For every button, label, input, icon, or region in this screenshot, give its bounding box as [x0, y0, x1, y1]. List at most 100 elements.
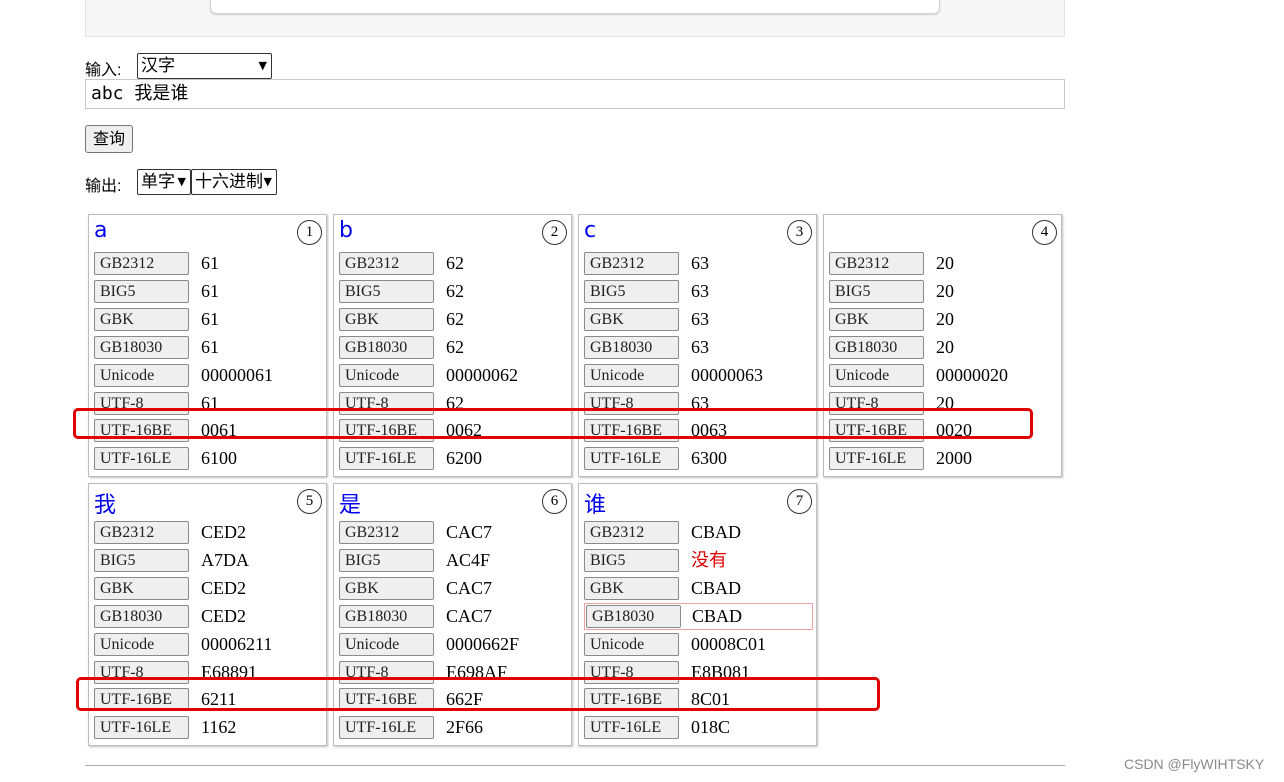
- encoding-name-button[interactable]: GBK: [584, 307, 679, 331]
- text-input-field[interactable]: abc 我是谁: [85, 79, 1065, 109]
- encoding-value: 62: [446, 308, 464, 329]
- encoding-name-button[interactable]: GB2312: [94, 252, 189, 275]
- encoding-name-button[interactable]: GBK: [94, 576, 189, 600]
- encoding-name-button[interactable]: GB18030: [94, 335, 189, 359]
- encoding-row: GB18030 CAC7: [339, 604, 567, 629]
- input-label: 输入:: [85, 62, 122, 79]
- encoding-name-button[interactable]: GB18030: [829, 335, 924, 359]
- card-index-badge: 3: [787, 220, 812, 245]
- query-button[interactable]: 查询: [85, 125, 133, 153]
- encoding-name-button[interactable]: GB2312: [339, 252, 434, 275]
- input-mode-select[interactable]: 汉字 ▼: [137, 53, 272, 79]
- encoding-value: 018C: [691, 717, 731, 738]
- card-index-badge: 7: [787, 489, 812, 514]
- top-panel-inner-box: [210, 0, 940, 14]
- divider: [85, 765, 1065, 766]
- input-mode-selected: 汉字: [141, 56, 175, 76]
- encoding-name-button[interactable]: Unicode: [339, 363, 434, 387]
- encoding-name-button[interactable]: GB2312: [584, 521, 679, 544]
- card-character-link[interactable]: 我: [94, 487, 116, 519]
- encoding-row: UTF-16LE 018C: [584, 716, 812, 740]
- encoding-value: 61: [201, 280, 219, 301]
- encoding-name-button[interactable]: Unicode: [94, 363, 189, 387]
- encoding-row: GB2312 20: [829, 252, 1057, 276]
- encoding-name-button[interactable]: UTF-16LE: [584, 447, 679, 471]
- card-character-link[interactable]: a: [94, 218, 107, 243]
- encoding-row: GB2312 CED2: [94, 521, 322, 545]
- encoding-name-button[interactable]: BIG5: [829, 279, 924, 303]
- encoding-name-button[interactable]: GB2312: [94, 521, 189, 544]
- card-index-badge: 2: [542, 220, 567, 245]
- encoding-value: 2000: [936, 448, 972, 469]
- encoding-name-button[interactable]: UTF-16LE: [584, 716, 679, 740]
- encoding-row: UTF-16LE 6300: [584, 447, 812, 471]
- card-character-link[interactable]: b: [339, 218, 353, 243]
- encoding-name-button[interactable]: BIG5: [584, 548, 679, 572]
- card-index-badge: 6: [542, 489, 567, 514]
- encoding-value: CAC7: [446, 522, 493, 542]
- encoding-row: UTF-16LE 6200: [339, 447, 567, 471]
- encoding-value: 00000020: [936, 364, 1008, 385]
- encoding-value: 61: [201, 253, 219, 273]
- encoding-value: 63: [691, 280, 709, 301]
- card-character-link[interactable]: 是: [339, 487, 361, 519]
- encoding-name-button[interactable]: GB18030: [586, 604, 681, 628]
- encoding-row: GB18030 CED2: [94, 604, 322, 629]
- encoding-row: GB18030 20: [829, 335, 1057, 360]
- encoding-row: BIG5 20: [829, 279, 1057, 304]
- card-character-link[interactable]: c: [584, 218, 596, 243]
- encoding-value: CED2: [201, 522, 246, 542]
- encoding-name-button[interactable]: UTF-16LE: [339, 716, 434, 740]
- encoding-value: 1162: [201, 717, 237, 738]
- encoding-name-button[interactable]: UTF-16LE: [94, 716, 189, 740]
- encoding-value: 00000063: [691, 364, 763, 385]
- encoding-name-button[interactable]: BIG5: [94, 279, 189, 303]
- output-format-selected: 十六进制: [195, 172, 263, 192]
- encoding-value: 20: [936, 308, 954, 329]
- encoding-value: 61: [201, 308, 219, 329]
- encoding-name-button[interactable]: GB2312: [584, 252, 679, 275]
- encoding-value: 0000662F: [446, 633, 520, 654]
- encoding-value: CBAD: [692, 605, 743, 626]
- encoding-name-button[interactable]: GB2312: [829, 252, 924, 275]
- encoding-name-button[interactable]: BIG5: [339, 279, 434, 303]
- encoding-name-button[interactable]: GB18030: [584, 335, 679, 359]
- encoding-name-button[interactable]: Unicode: [339, 632, 434, 656]
- encoding-value: 62: [446, 280, 464, 301]
- output-split-select[interactable]: 单字 ▼: [137, 169, 191, 195]
- highlight-box-utf16be-row1: [73, 408, 1033, 439]
- output-format-select[interactable]: 十六进制 ▼: [191, 169, 277, 195]
- encoding-name-button[interactable]: GBK: [339, 576, 434, 600]
- encoding-name-button[interactable]: UTF-16LE: [829, 447, 924, 471]
- encoding-name-button[interactable]: UTF-16LE: [339, 447, 434, 471]
- encoding-value: 61: [201, 336, 219, 357]
- encoding-name-button[interactable]: Unicode: [584, 632, 679, 656]
- encoding-name-button[interactable]: GB18030: [339, 604, 434, 628]
- encoding-name-button[interactable]: BIG5: [584, 279, 679, 303]
- highlight-box-utf16be-row2: [76, 677, 880, 711]
- output-label: 输出:: [85, 178, 122, 195]
- encoding-name-button[interactable]: GBK: [829, 307, 924, 331]
- output-split-selected: 单字: [141, 172, 175, 192]
- card-character-link[interactable]: 谁: [584, 487, 606, 519]
- encoding-name-button[interactable]: Unicode: [94, 632, 189, 656]
- encoding-row: GB18030 63: [584, 335, 812, 360]
- encoding-name-button[interactable]: GBK: [584, 576, 679, 600]
- encoding-name-button[interactable]: GB18030: [94, 604, 189, 628]
- encoding-name-button[interactable]: GBK: [94, 307, 189, 331]
- encoding-row: GB18030 61: [94, 335, 322, 360]
- encoding-row: BIG5 62: [339, 279, 567, 304]
- encoding-name-button[interactable]: GBK: [339, 307, 434, 331]
- encoding-row: BIG5 A7DA: [94, 548, 322, 573]
- encoding-name-button[interactable]: BIG5: [339, 548, 434, 572]
- encoding-name-button[interactable]: BIG5: [94, 548, 189, 572]
- encoding-name-button[interactable]: GB18030: [339, 335, 434, 359]
- encoding-name-button[interactable]: GB2312: [339, 521, 434, 544]
- encoding-name-button[interactable]: Unicode: [584, 363, 679, 387]
- encoding-value: 63: [691, 336, 709, 357]
- encoding-name-button[interactable]: Unicode: [829, 363, 924, 387]
- encoding-value: CED2: [201, 577, 246, 598]
- watermark: CSDN @FlyWIHTSKY: [1124, 756, 1265, 772]
- encoding-value: CBAD: [691, 577, 742, 598]
- encoding-name-button[interactable]: UTF-16LE: [94, 447, 189, 471]
